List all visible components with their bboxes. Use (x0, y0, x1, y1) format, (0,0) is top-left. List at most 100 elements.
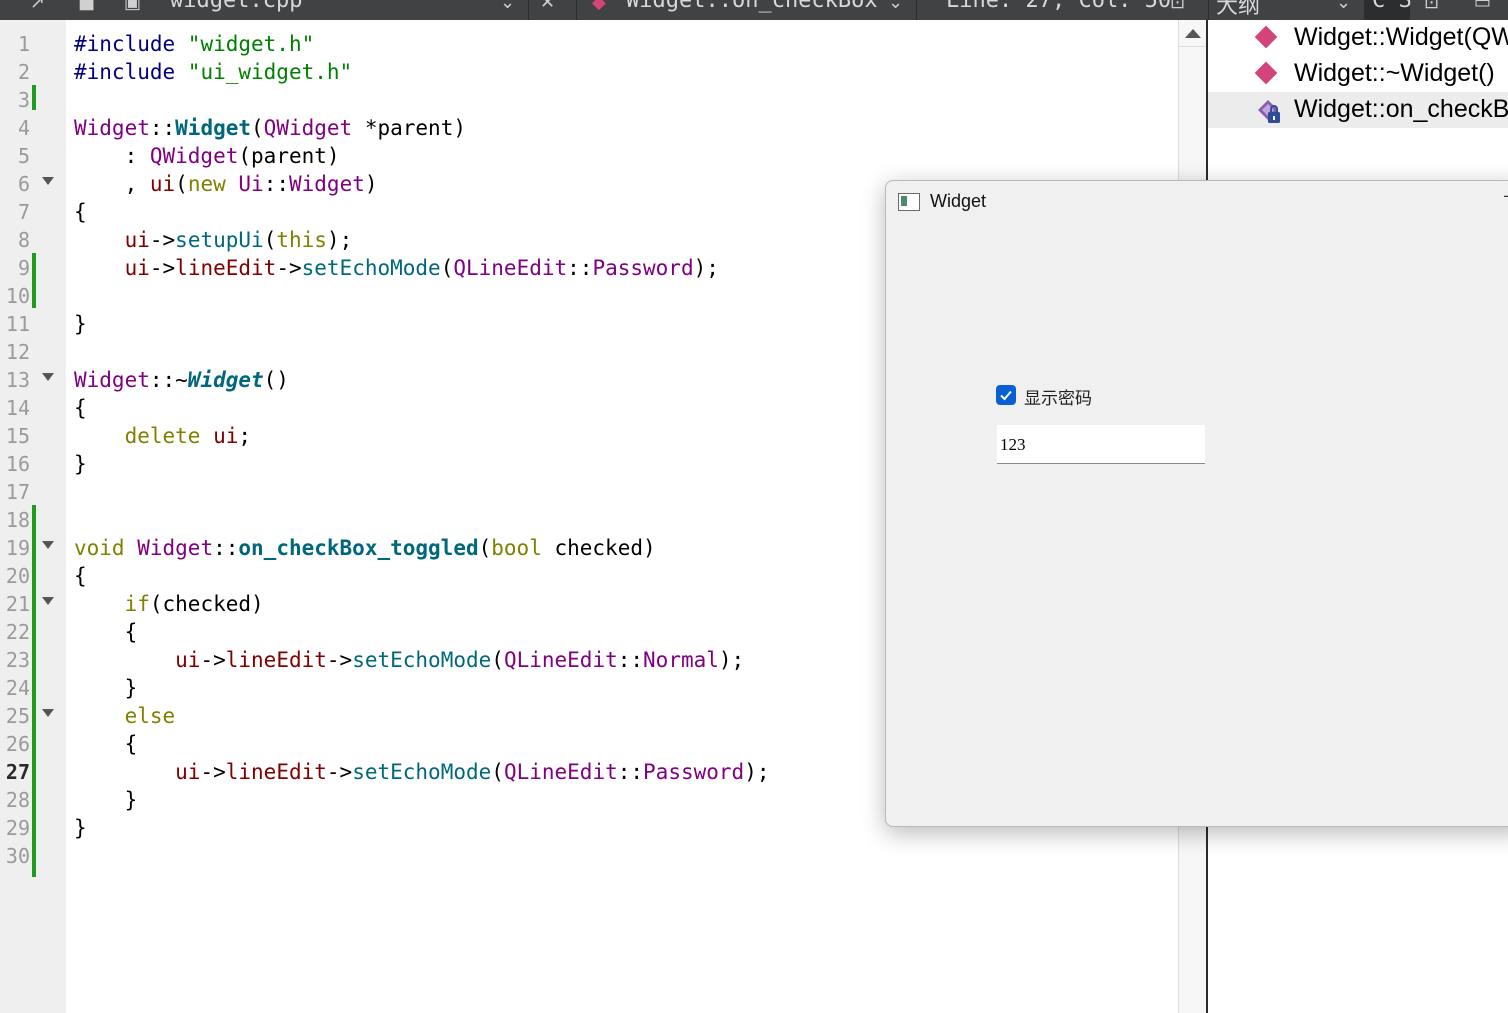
show-password-label[interactable]: 显示密码 (1024, 384, 1092, 409)
code-token: ; (238, 424, 252, 448)
code-token: this (276, 228, 327, 252)
code-token: Password (592, 256, 694, 280)
code-token: QWidget (149, 144, 239, 168)
fold-arrow-icon[interactable] (42, 597, 54, 605)
scroll-up-button[interactable] (1179, 20, 1207, 47)
checkmark-icon (1000, 390, 1012, 401)
code-token: parent (377, 116, 454, 140)
code-line[interactable]: { (74, 394, 87, 422)
change-marker (32, 85, 36, 110)
code-line[interactable]: { (74, 618, 138, 646)
code-token: setEchoMode (352, 648, 492, 672)
code-token: ( (238, 144, 252, 168)
fold-arrow-icon[interactable] (42, 177, 54, 185)
code-token: ); (693, 256, 719, 280)
code-line[interactable]: : QWidget(parent) (74, 142, 340, 170)
code-token: Widget (74, 368, 150, 392)
cursor-position[interactable]: Line: 27, Col: 50 (946, 0, 1171, 13)
outline-item-constructor[interactable]: Widget::Widget(QWidget *parent) (1208, 20, 1508, 56)
line-number: 9 (17, 256, 30, 280)
outline-panel-title[interactable]: 大纲 (1216, 0, 1260, 20)
editor-toolbar: ↗ ■ ▣ widget.cpp ⌄ ✕ ◆ Widget::on_checkB… (0, 0, 1508, 20)
close-panel-icon[interactable]: ▭ (1474, 0, 1491, 13)
code-line[interactable]: Widget::Widget(QWidget *parent) (74, 114, 466, 142)
line-number: 18 (5, 508, 30, 532)
code-token: :: (617, 648, 644, 672)
code-line[interactable]: } (74, 450, 87, 478)
code-token: ); (326, 228, 353, 252)
line-number: 14 (5, 396, 30, 420)
line-number-gutter[interactable]: 1 2 3 4 5 6 7 8 9 10 11 12 13 14 15 16 1… (0, 20, 66, 1013)
code-line[interactable]: if(checked) (74, 590, 264, 618)
lock-icon[interactable]: ■ (78, 0, 95, 13)
panel-mode[interactable]: C S (1372, 0, 1412, 13)
code-token: ) (453, 116, 466, 140)
line-number: 3 (17, 88, 30, 112)
code-token: :: (149, 116, 176, 140)
code-line-current[interactable]: ui->lineEdit->setEchoMode(QLineEdit::Pas… (74, 758, 769, 786)
code-line[interactable]: ui->lineEdit->setEchoMode(QLineEdit::Pas… (74, 254, 719, 282)
code-token: new (187, 172, 226, 196)
fold-arrow-icon[interactable] (42, 373, 54, 381)
back-icon[interactable]: ↗ (30, 0, 45, 13)
outline-item-slot[interactable]: Widget::on_checkBox_toggled(bool checked… (1208, 92, 1508, 128)
code-token: ( (175, 172, 188, 196)
code-token: else (124, 704, 176, 728)
outline-item-label: Widget::Widget(QWidget *parent) (1294, 23, 1508, 51)
add-split-icon[interactable]: ⊡ (1424, 0, 1439, 13)
code-line[interactable]: , ui(new Ui::Widget) (74, 170, 378, 198)
code-token: #include (74, 32, 188, 56)
line-number: 11 (5, 312, 30, 336)
code-line[interactable]: #include "ui_widget.h" (74, 58, 352, 86)
show-password-checkbox[interactable] (996, 385, 1016, 405)
code-token: QLineEdit (453, 256, 568, 280)
split-icon[interactable]: ⊡ (1170, 0, 1185, 13)
code-token: Widget (289, 172, 365, 196)
file-name[interactable]: widget.cpp (170, 0, 302, 13)
file-icon[interactable]: ▣ (124, 0, 141, 13)
file-dropdown-icon[interactable]: ⌄ (500, 0, 515, 13)
panel-dropdown-icon[interactable]: ⌄ (1336, 0, 1351, 13)
fold-arrow-icon[interactable] (42, 709, 54, 717)
outline-item-destructor[interactable]: Widget::~Widget() (1208, 56, 1508, 92)
code-line[interactable]: ui->setupUi(this); (74, 226, 353, 254)
code-line[interactable]: ui->lineEdit->setEchoMode(QLineEdit::Nor… (74, 646, 744, 674)
code-token: setEchoMode (301, 256, 441, 280)
code-token: setEchoMode (352, 760, 492, 784)
code-token: Widget (187, 368, 264, 392)
code-token: ( (440, 256, 454, 280)
code-line[interactable]: void Widget::on_checkBox_toggled(bool ch… (74, 534, 656, 562)
fold-arrow-icon[interactable] (42, 541, 54, 549)
code-line[interactable]: { (74, 562, 87, 590)
code-token: ui (175, 648, 201, 672)
outline-item-label: Widget::~Widget() (1294, 59, 1495, 87)
code-token: -> (149, 228, 176, 252)
password-line-edit[interactable]: 123 (997, 425, 1205, 464)
code-token: ui (175, 760, 201, 784)
code-token: -> (276, 256, 302, 280)
code-line[interactable]: Widget::~Widget() (74, 366, 289, 394)
code-line[interactable]: } (74, 310, 87, 338)
line-number: 16 (5, 452, 30, 476)
code-line[interactable]: { (74, 730, 138, 758)
code-token: lineEdit (225, 760, 327, 784)
code-line[interactable]: } (74, 814, 87, 842)
code-line[interactable]: } (74, 674, 138, 702)
code-line[interactable]: else (74, 702, 176, 730)
widget-window[interactable]: Widget – 显示密码 123 (885, 180, 1508, 827)
symbol-dropdown-icon[interactable]: ⌄ (888, 0, 903, 13)
symbol-icon: ◆ (592, 0, 606, 13)
code-line[interactable]: { (74, 198, 87, 226)
code-line[interactable]: } (74, 786, 138, 814)
close-file-icon[interactable]: ✕ (540, 0, 555, 13)
minimize-icon[interactable]: – (1504, 185, 1508, 206)
code-line[interactable]: delete ui; (74, 422, 251, 450)
code-line[interactable]: #include "widget.h" (74, 30, 314, 58)
code-token: delete (124, 424, 201, 448)
line-number: 17 (5, 480, 30, 504)
symbol-selector[interactable]: Widget::on_checkBox (626, 0, 878, 13)
